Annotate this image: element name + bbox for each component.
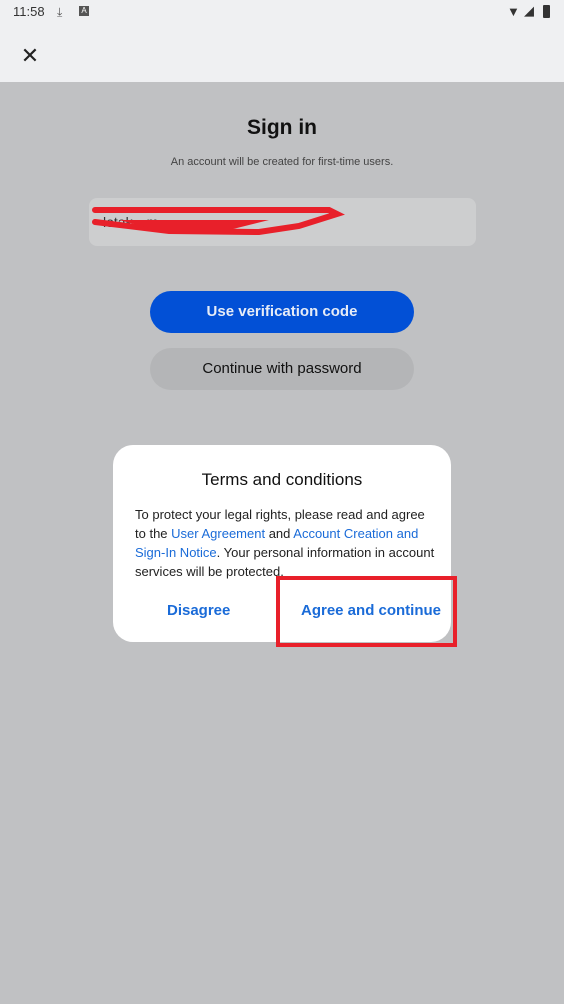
redaction-scribble (92, 207, 345, 236)
close-icon[interactable]: ✕ (20, 45, 40, 67)
user-agreement-link[interactable]: User Agreement (171, 526, 265, 541)
continue-with-password-button[interactable]: Continue with password (150, 348, 414, 390)
app-notification-icon: A (79, 6, 89, 16)
dialog-title: Terms and conditions (201, 470, 363, 489)
page-subtitle: An account will be created for first-tim… (170, 156, 394, 168)
top-bar: 11:58 ⤓ A ▼ ◢ ✕ (0, 0, 564, 82)
page-title: Sign in (247, 116, 317, 139)
highlight-box (276, 576, 457, 647)
dialog-text: To protect your legal rights, please rea… (135, 505, 435, 581)
disagree-button[interactable]: Disagree (167, 602, 230, 619)
dialog-text-part: and (265, 526, 294, 541)
signal-icon: ◢ (524, 3, 534, 18)
status-time: 11:58 (13, 4, 45, 19)
use-verification-code-button[interactable]: Use verification code (150, 291, 414, 333)
download-icon: ⤓ (57, 5, 63, 19)
battery-icon (543, 5, 550, 18)
wifi-icon: ▼ (507, 4, 520, 19)
account-input[interactable]: lotak…m (89, 198, 476, 246)
